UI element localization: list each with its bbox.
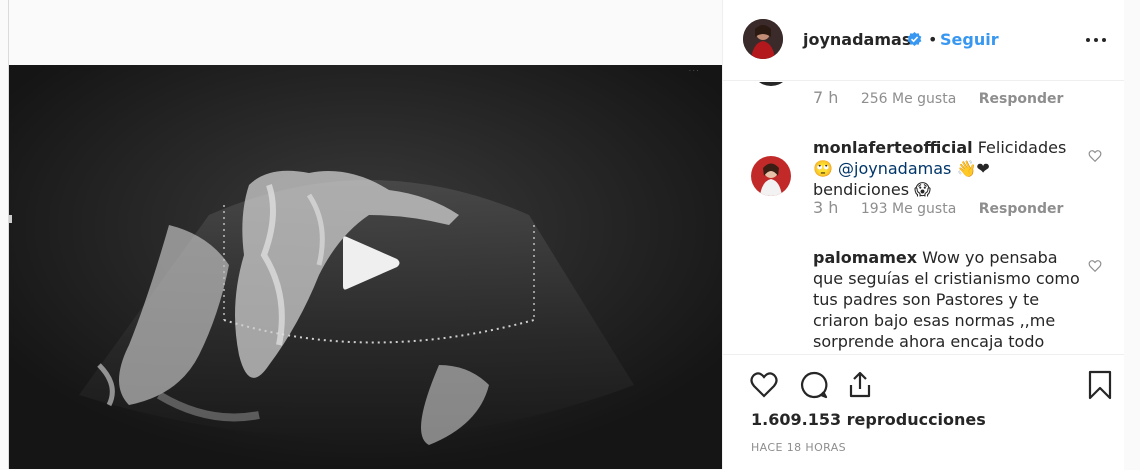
heart-icon[interactable] bbox=[1088, 148, 1102, 163]
comment-author[interactable]: monlaferteofficial bbox=[813, 138, 973, 157]
post-header: joynadamas • Seguir bbox=[723, 0, 1124, 81]
comment-mention[interactable]: @joynadamas bbox=[838, 159, 951, 178]
view-count[interactable]: 1.609.153 reproducciones bbox=[751, 410, 986, 429]
reply-button[interactable]: Responder bbox=[979, 91, 1064, 107]
post-timestamp[interactable]: HACE 18 HORAS bbox=[751, 441, 846, 454]
comments-list[interactable]: 7 h 256 Me gusta Responder monlaferteoff… bbox=[723, 82, 1124, 354]
comment-time: 3 h bbox=[813, 198, 839, 217]
comment-likes[interactable]: 193 Me gusta bbox=[861, 201, 956, 217]
comment-time: 7 h bbox=[813, 88, 839, 107]
comment-meta: 3 h 193 Me gusta Responder bbox=[813, 198, 1081, 217]
bookmark-icon[interactable] bbox=[1085, 370, 1115, 400]
username[interactable]: joynadamas bbox=[803, 30, 911, 49]
comment-text: palomamex Wow yo pensaba que seguías el … bbox=[813, 247, 1083, 354]
avatar[interactable] bbox=[751, 82, 791, 86]
post-side-panel: joynadamas • Seguir 7 h 256 Me gusta Res… bbox=[722, 0, 1124, 470]
comment-icon[interactable] bbox=[799, 370, 829, 400]
reply-button[interactable]: Responder bbox=[979, 201, 1064, 217]
media-top-padding bbox=[9, 0, 722, 65]
comment-author[interactable]: palomamex bbox=[813, 248, 917, 267]
avatar[interactable] bbox=[751, 156, 791, 196]
heart-icon[interactable] bbox=[749, 370, 779, 400]
comment-text: monlaferteofficial Felicidades 🙄 @joynad… bbox=[813, 137, 1083, 200]
instagram-post: · · · joynadamas • Seguir 7 h 256 Me gus… bbox=[8, 0, 1124, 470]
separator-dot: • bbox=[928, 30, 938, 49]
play-icon[interactable] bbox=[329, 223, 409, 303]
verified-icon bbox=[907, 32, 922, 47]
follow-button[interactable]: Seguir bbox=[940, 30, 999, 49]
action-bar: 1.609.153 reproducciones HACE 18 HORAS bbox=[723, 354, 1124, 470]
comment-likes[interactable]: 256 Me gusta bbox=[861, 91, 956, 107]
share-icon[interactable] bbox=[845, 370, 875, 400]
comment-meta: 7 h 256 Me gusta Responder bbox=[813, 88, 1081, 107]
more-options-icon[interactable] bbox=[1083, 24, 1113, 54]
heart-icon[interactable] bbox=[1088, 258, 1102, 273]
svg-text:· · ·: · · · bbox=[689, 68, 699, 75]
video-player[interactable]: · · · bbox=[9, 65, 722, 469]
avatar[interactable] bbox=[743, 19, 783, 59]
